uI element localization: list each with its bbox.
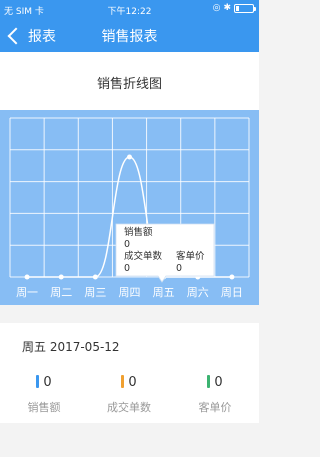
stat-avg-price: 0 客单价 — [172, 375, 258, 415]
sales-line-chart[interactable]: 周一 周二 周三 周四 周五 周六 周日销售额0成交单数 客单价0 0 — [0, 110, 259, 305]
x-tick-label: 周三 — [84, 286, 106, 299]
sales-color-bar — [36, 375, 40, 388]
chart-card: 销售折线图 周一 周二 周三 周四 周五 周六 周日 销售额 0 成交单数 客单价 0 0 — [0, 52, 259, 305]
x-tick-label: 周二 — [50, 286, 72, 299]
data-point — [92, 274, 98, 280]
status-bar: 无 SIM 卡 下午12:22 ◎ ✱ — [0, 0, 259, 20]
tooltip-avg-value: 0 — [176, 263, 182, 274]
tooltip-sales-value: 0 — [124, 239, 130, 250]
orders-label: 成交单数 — [107, 401, 151, 414]
x-tick-label: 周四 — [119, 286, 141, 299]
stat-sales-value: 0 — [1, 375, 87, 390]
x-tick-label: 周六 — [187, 286, 209, 299]
stat-avg-value: 0 — [172, 375, 258, 390]
selected-date: 周五 2017-05-12 — [22, 340, 120, 354]
orders-color-bar — [121, 375, 125, 388]
data-point — [58, 274, 64, 280]
x-tick-label: 周五 — [153, 286, 175, 299]
nav-bar: 报表 销售报表 — [0, 20, 259, 52]
bluetooth-icon: ✱ — [223, 3, 231, 13]
stat-orders-value: 0 — [86, 375, 172, 390]
tooltip-orders-value: 0 — [124, 263, 130, 274]
x-tick-label: 周日 — [221, 286, 243, 299]
status-icons: ◎ ✱ — [212, 3, 256, 13]
chart-tooltip: 销售额0成交单数 客单价0 0 — [115, 223, 215, 283]
orders-value: 0 — [128, 375, 137, 390]
data-point — [127, 154, 132, 160]
page-title: 销售报表 — [101, 29, 158, 45]
avg-value: 0 — [214, 375, 223, 390]
stat-sales: 0 销售额 — [1, 375, 87, 415]
data-point — [24, 274, 30, 280]
tooltip-orders-label: 成交单数 — [124, 250, 163, 262]
battery-icon — [234, 3, 256, 13]
sales-value: 0 — [43, 375, 52, 390]
avg-color-bar — [207, 375, 211, 388]
stat-orders: 0 成交单数 — [86, 375, 172, 415]
chart-title: 销售折线图 — [96, 77, 162, 92]
sales-label: 销售额 — [27, 401, 61, 414]
avg-label: 客单价 — [198, 401, 232, 414]
x-tick-label: 周一 — [16, 286, 38, 299]
data-point — [229, 274, 235, 280]
daily-detail-card: 周五 2017-05-12 0 销售额 0 成交单数 0 客单价 — [0, 323, 259, 423]
tooltip-avg-label: 客单价 — [176, 250, 205, 262]
tooltip-sales-label: 销售额 — [124, 226, 153, 238]
orientation-lock-icon: ◎ — [212, 3, 221, 13]
